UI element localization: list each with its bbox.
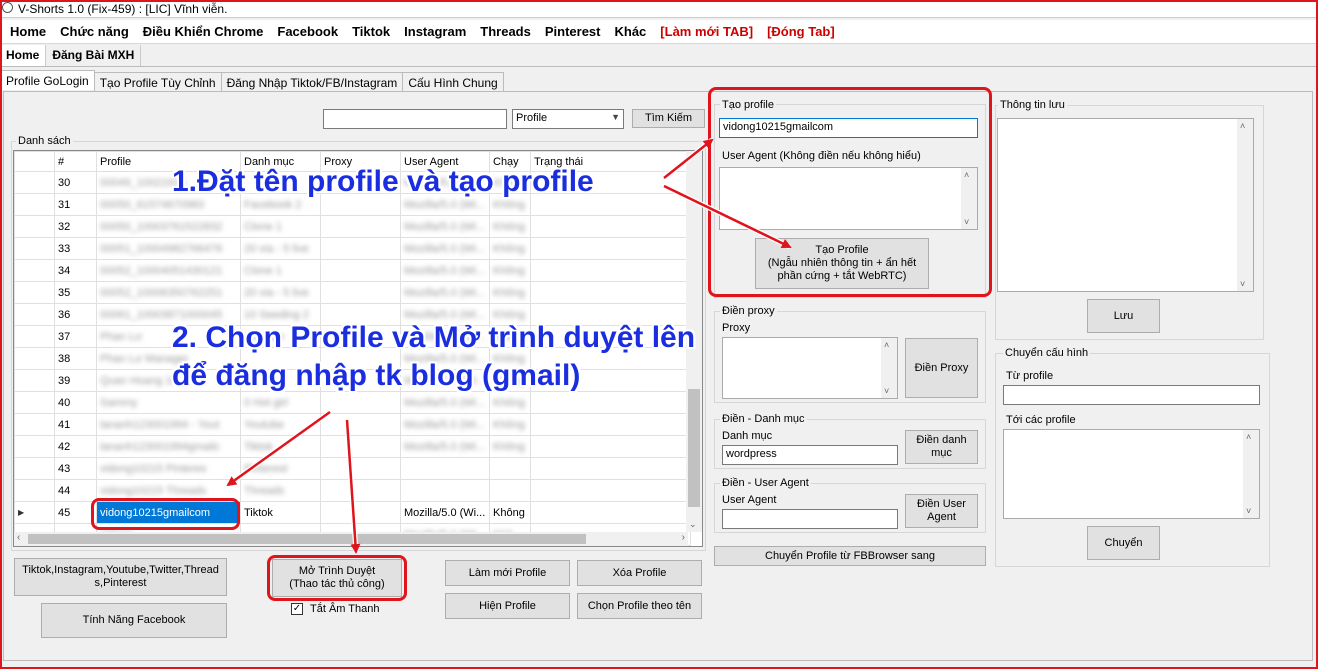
annotation-step-2-line-2: để đăng nhập tk blog (gmail) xyxy=(172,359,581,392)
annotation-step-2-line-1: 2. Chọn Profile và Mở trình duyệt lên xyxy=(172,321,696,354)
annotation-step-1: 1.Đặt tên profile và tạo profile xyxy=(172,165,594,198)
